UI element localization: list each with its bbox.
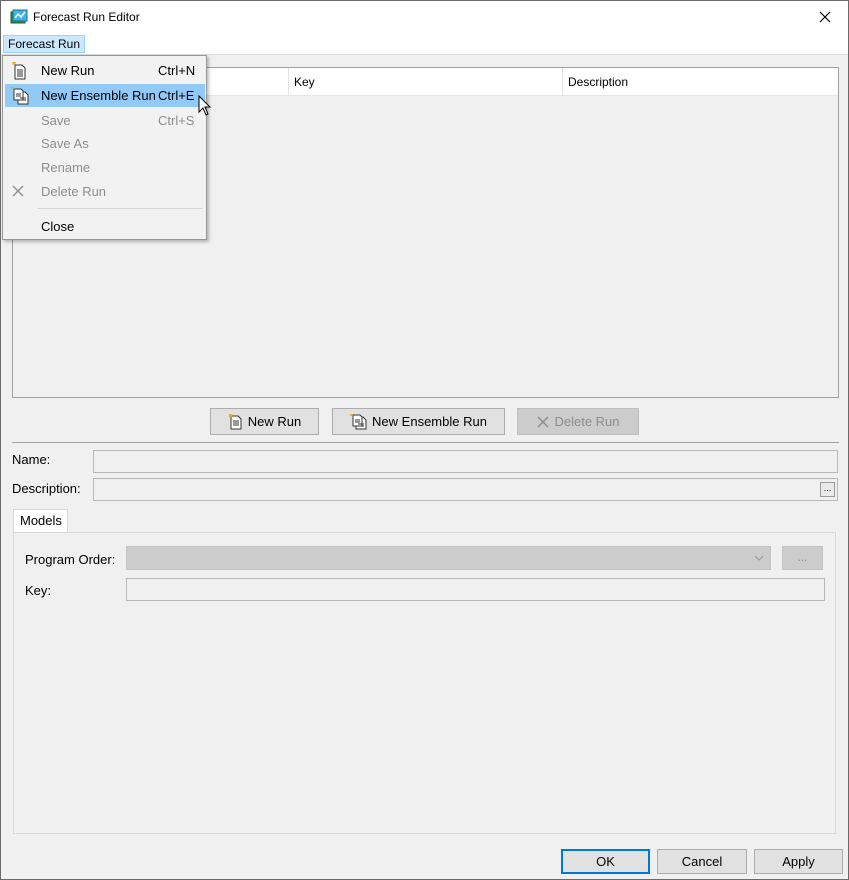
menu-item-new-run[interactable]: New Run Ctrl+N (5, 59, 205, 82)
title-bar: Forecast Run Editor (1, 1, 848, 33)
new-document-icon (228, 413, 242, 429)
divider (12, 442, 839, 443)
menu-item-shortcut: Ctrl+N (158, 63, 196, 78)
menu-separator (37, 208, 203, 209)
forecast-run-menu: New Run Ctrl+N New Ensemble Run Ctrl+E S… (2, 55, 207, 240)
new-run-icon (11, 62, 26, 80)
program-order-select[interactable] (126, 546, 771, 570)
window-title: Forecast Run Editor (33, 10, 140, 24)
description-field[interactable]: ... (93, 478, 838, 501)
close-icon (819, 11, 831, 23)
cancel-button[interactable]: Cancel (657, 849, 747, 874)
delete-x-icon (12, 185, 24, 197)
column-header-description[interactable]: Description (562, 68, 836, 96)
menu-item-shortcut: Ctrl+S (158, 113, 195, 128)
description-label: Description: (12, 481, 81, 496)
delete-x-icon (537, 415, 549, 428)
menu-item-shortcut: Ctrl+E (158, 88, 195, 103)
description-edit-button[interactable]: ... (820, 482, 835, 497)
close-window-button[interactable] (802, 1, 848, 33)
name-field[interactable] (93, 450, 838, 473)
menu-item-label: Rename (41, 160, 91, 175)
new-ensemble-icon (350, 413, 367, 429)
menu-item-delete-run[interactable]: Delete Run (5, 180, 205, 203)
name-label: Name: (12, 452, 51, 467)
menu-item-save[interactable]: Save Ctrl+S (5, 109, 205, 132)
forecast-run-editor-window: Forecast Run Editor Forecast Run Key Des… (0, 0, 849, 880)
menu-item-label: Save (41, 113, 71, 128)
new-ensemble-run-button[interactable]: New Ensemble Run (332, 408, 505, 435)
tab-models[interactable]: Models (13, 509, 68, 533)
new-ensemble-run-label: New Ensemble Run (372, 414, 487, 429)
key-field[interactable] (126, 578, 825, 601)
program-order-browse-button[interactable]: ... (782, 546, 823, 570)
menu-item-label: Save As (41, 136, 89, 151)
apply-button[interactable]: Apply (754, 849, 843, 874)
menu-item-rename[interactable]: Rename (5, 156, 205, 179)
app-icon (10, 9, 28, 24)
key-label: Key: (25, 583, 52, 598)
delete-run-button[interactable]: Delete Run (517, 408, 639, 435)
menu-item-close[interactable]: Close (5, 215, 205, 238)
mouse-cursor-icon (198, 95, 212, 116)
menu-item-label: New Run (41, 63, 95, 78)
new-ensemble-run-icon (11, 87, 29, 105)
menu-item-new-ensemble-run[interactable]: New Ensemble Run Ctrl+E (5, 84, 205, 107)
chevron-down-icon (754, 555, 764, 561)
menu-bar: Forecast Run (1, 33, 848, 55)
menu-forecast-run[interactable]: Forecast Run (3, 35, 86, 53)
delete-run-label: Delete Run (554, 414, 620, 429)
program-order-label: Program Order: (25, 552, 116, 567)
menu-item-label: Close (41, 219, 75, 234)
column-header-key[interactable]: Key (288, 68, 562, 96)
ok-button[interactable]: OK (561, 849, 650, 874)
menu-item-save-as[interactable]: Save As (5, 132, 205, 155)
menu-item-label: New Ensemble Run (41, 88, 156, 103)
new-run-label: New Run (247, 414, 302, 429)
menu-item-label: Delete Run (41, 184, 107, 199)
new-run-button[interactable]: New Run (210, 408, 319, 435)
